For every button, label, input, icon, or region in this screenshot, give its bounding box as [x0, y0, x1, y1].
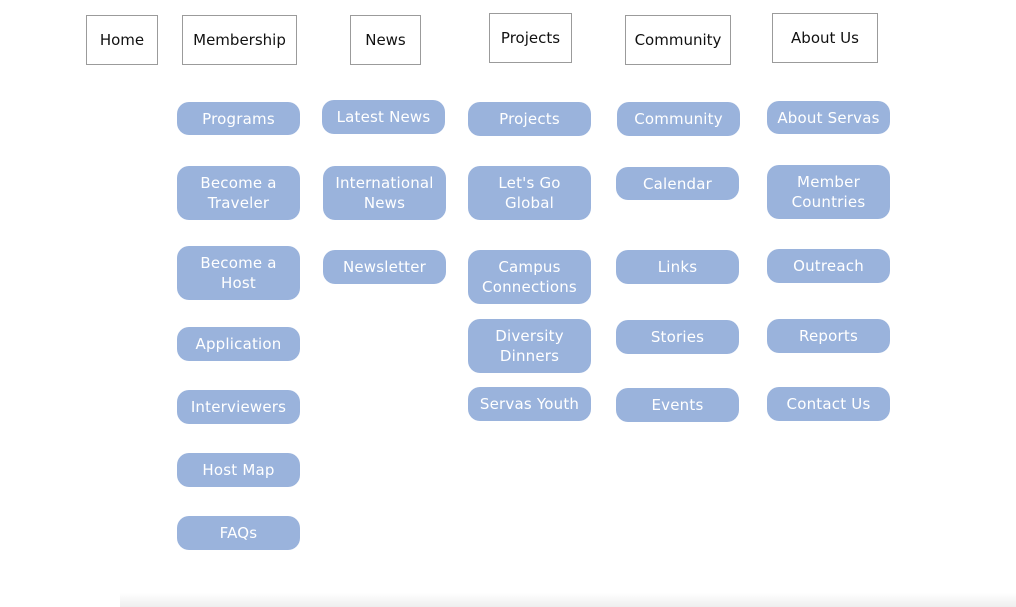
community-stories-button[interactable]: Stories [616, 320, 739, 354]
bottom-shadow [120, 593, 1016, 607]
about-outreach-button[interactable]: Outreach [767, 249, 890, 283]
news-international-news-label: International News [335, 174, 434, 212]
membership-faqs-button[interactable]: FAQs [177, 516, 300, 550]
projects-lets-go-global-label: Let's Go Global [498, 174, 561, 212]
membership-become-host-label: Become a Host [200, 254, 277, 292]
membership-become-host-button[interactable]: Become a Host [177, 246, 300, 300]
membership-host-map-button[interactable]: Host Map [177, 453, 300, 487]
community-community-button[interactable]: Community [617, 102, 740, 136]
nav-projects-button[interactable]: Projects [489, 13, 572, 63]
nav-about-us-button[interactable]: About Us [772, 13, 878, 63]
projects-diversity-dinners-button[interactable]: Diversity Dinners [468, 319, 591, 373]
news-latest-news-button[interactable]: Latest News [322, 100, 445, 134]
membership-interviewers-button[interactable]: Interviewers [177, 390, 300, 424]
projects-projects-button[interactable]: Projects [468, 102, 591, 136]
community-links-button[interactable]: Links [616, 250, 739, 284]
membership-application-button[interactable]: Application [177, 327, 300, 361]
about-member-countries-label: Member Countries [791, 173, 866, 211]
community-calendar-button[interactable]: Calendar [616, 167, 739, 200]
about-reports-button[interactable]: Reports [767, 319, 890, 353]
news-international-news-button[interactable]: International News [323, 166, 446, 220]
community-events-button[interactable]: Events [616, 388, 739, 422]
about-contact-us-button[interactable]: Contact Us [767, 387, 890, 421]
membership-become-traveler-label: Become a Traveler [200, 174, 277, 212]
projects-servas-youth-button[interactable]: Servas Youth [468, 387, 591, 421]
nav-news-button[interactable]: News [350, 15, 421, 65]
nav-community-button[interactable]: Community [625, 15, 731, 65]
projects-lets-go-global-button[interactable]: Let's Go Global [468, 166, 591, 220]
membership-programs-button[interactable]: Programs [177, 102, 300, 135]
projects-campus-connections-button[interactable]: Campus Connections [468, 250, 591, 304]
nav-home-button[interactable]: Home [86, 15, 158, 65]
membership-become-traveler-button[interactable]: Become a Traveler [177, 166, 300, 220]
nav-membership-button[interactable]: Membership [182, 15, 297, 65]
projects-campus-connections-label: Campus Connections [482, 258, 577, 296]
news-newsletter-button[interactable]: Newsletter [323, 250, 446, 284]
projects-diversity-dinners-label: Diversity Dinners [495, 327, 564, 365]
about-about-servas-button[interactable]: About Servas [767, 101, 890, 134]
about-member-countries-button[interactable]: Member Countries [767, 165, 890, 219]
